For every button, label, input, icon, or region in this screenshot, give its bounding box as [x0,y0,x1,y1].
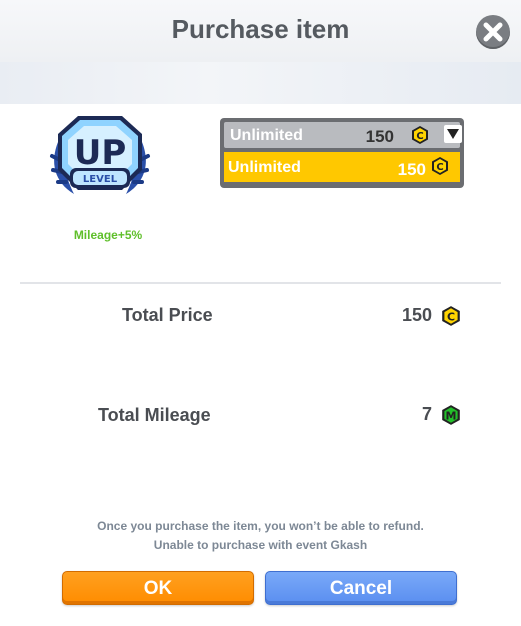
option-duration-price: 150 [397,160,426,179]
selected-duration-price: 150 [365,127,394,146]
dialog-header: Purchase item [0,0,521,62]
mileage-bonus-label: Mileage+5% [73,228,143,242]
badge-main-text: UP [74,133,127,173]
close-icon [483,22,503,42]
cash-coin-icon: C [412,126,428,144]
chevron-down-icon [447,129,459,139]
svg-text:C: C [447,310,455,323]
badge-sub-text: LEVEL [83,174,118,185]
gkash-notice: Unable to purchase with event Gkash [153,538,368,552]
level-up-badge-icon: UP LEVEL [44,112,156,204]
svg-text:C: C [416,131,423,142]
mileage-coin-icon: M [442,405,460,425]
dropdown-option-unlimited[interactable]: Unlimited 150 C [224,152,460,182]
cash-coin-icon: C [442,306,460,326]
duration-dropdown[interactable]: Unlimited 150 C Unlimited 150 C [220,118,464,188]
dropdown-arrow-button[interactable] [444,125,462,143]
dropdown-selected[interactable]: Unlimited 150 C [224,122,462,148]
purchase-dialog: Purchase item UP LEVEL Mileage+5% Unlimi… [0,0,521,626]
refund-notice: Once you purchase the item, you won’t be… [97,519,424,533]
close-button[interactable] [476,15,510,49]
section-divider [20,282,501,284]
selected-duration-label: Unlimited [230,127,303,144]
cancel-button[interactable]: Cancel [265,571,457,605]
ok-button[interactable]: OK [62,571,254,605]
dialog-title: Purchase item [171,14,350,44]
total-price-label: Total Price [122,305,213,325]
cash-coin-icon: C [432,157,448,175]
svg-text:M: M [446,409,457,422]
total-mileage-value: 7 [421,404,432,424]
total-price-value: 150 [401,305,432,325]
svg-text:C: C [436,162,443,173]
dialog-subheader [0,62,521,104]
total-mileage-label: Total Mileage [98,405,211,425]
option-duration-label: Unlimited [228,159,301,176]
